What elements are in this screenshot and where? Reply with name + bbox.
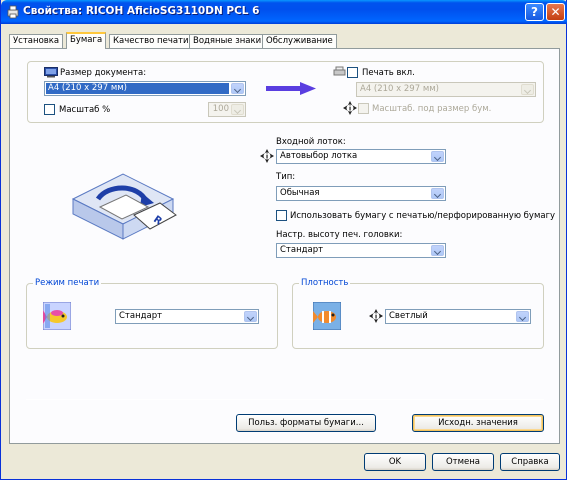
print-mode-icon [43,302,71,330]
tab-maintenance[interactable]: Обслуживание [262,34,337,48]
chevron-down-icon [521,84,534,95]
paper-tab-panel: Размер документа: A4 (210 x 297 мм) Масш… [9,48,560,444]
right-arrow-icon [266,82,316,95]
chevron-down-icon [244,311,257,322]
help-title-button[interactable]: ? [525,3,544,21]
scale-value: 100 [212,104,229,114]
document-size-value: A4 (210 x 297 мм) [46,83,229,94]
tab-watermarks[interactable]: Водяные знаки [189,34,266,48]
info-icon: i [343,101,357,115]
paper-type-value: Обычная [280,188,320,198]
document-size-label: Размер документа: [60,68,147,78]
print-on-label: Печать вкл. [362,68,415,78]
density-icon [313,302,341,330]
chevron-down-icon [431,188,444,199]
print-on-checkbox[interactable] [347,67,358,78]
preprinted-paper-checkbox[interactable] [276,210,287,221]
fit-to-paper-checkbox[interactable] [358,103,369,114]
input-tray-label: Входной лоток: [276,137,346,147]
chevron-down-icon [431,151,444,162]
document-size-select[interactable]: A4 (210 x 297 мм) [44,81,246,96]
print-mode-title: Режим печати [33,278,102,288]
printer-icon [7,5,19,19]
head-height-select[interactable]: Стандарт [276,243,446,258]
chevron-down-icon [516,311,529,322]
input-tray-value: Автовыбор лотка [280,151,358,161]
restore-defaults-button[interactable]: Исходн. значения [412,414,544,432]
tab-paper[interactable]: Бумага [66,32,107,49]
scale-checkbox[interactable] [44,104,55,115]
density-value: Светлый [389,311,428,321]
print-on-value: A4 (210 x 297 мм) [360,84,439,94]
scale-label: Масштаб % [59,105,111,115]
paper-type-select[interactable]: Обычная [276,186,446,201]
svg-text:i: i [375,314,377,321]
density-select[interactable]: Светлый [385,309,531,324]
ok-button[interactable]: OK [364,453,426,471]
printer-small-icon [333,66,346,76]
window-title: Свойства: RICOH AficioSG3110DN PCL 6 [23,5,260,17]
info-icon: i [260,149,274,163]
paper-type-label: Тип: [276,172,296,182]
preprinted-paper-label: Использовать бумагу с печатью/перфориров… [290,211,556,221]
tab-print-quality[interactable]: Качество печати [109,34,193,48]
svg-text:i: i [349,106,351,113]
properties-window: Свойства: RICOH AficioSG3110DN PCL 6 ? ✕… [0,0,567,480]
scale-stepper[interactable]: 100 [208,102,246,117]
head-height-value: Стандарт [280,245,324,255]
custom-paper-sizes-button[interactable]: Польз. форматы бумаги... [236,414,376,432]
info-icon: i [369,309,383,323]
head-height-label: Настр. высоту печ. головки: [276,230,403,240]
spin-icon [231,104,244,115]
print-on-select[interactable]: A4 (210 x 297 мм) [356,82,536,97]
divider [26,399,544,400]
fit-to-paper-label: Масштаб. под размер бум. [372,104,492,114]
chevron-down-icon [231,83,244,94]
document-icon [44,67,58,78]
cancel-button[interactable]: Отмена [432,453,494,471]
print-mode-select[interactable]: Стандарт [115,309,259,324]
printer-illustration-icon: R [71,173,177,240]
print-mode-value: Стандарт [119,311,163,321]
density-title: Плотность [299,278,351,288]
input-tray-select[interactable]: Автовыбор лотка [276,149,446,164]
title-bar[interactable]: Свойства: RICOH AficioSG3110DN PCL 6 ? ✕ [1,0,567,24]
tab-setup[interactable]: Установка [9,34,64,48]
chevron-down-icon [431,245,444,256]
svg-text:i: i [266,154,268,161]
help-button[interactable]: Справка [500,453,560,471]
close-title-button[interactable]: ✕ [546,3,565,21]
